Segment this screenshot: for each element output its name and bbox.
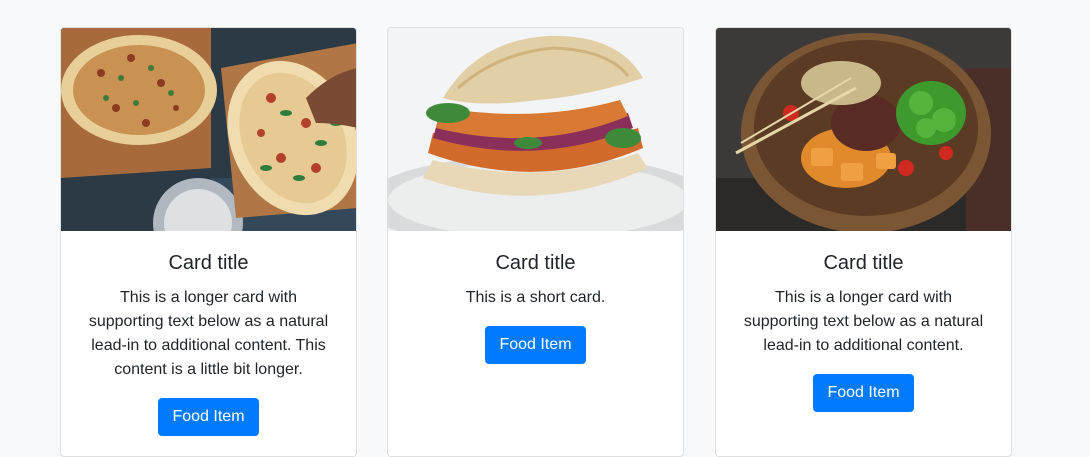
card-text: This is a longer card with supporting te… <box>88 289 329 378</box>
card-title: Card title <box>823 252 904 274</box>
food-item-button[interactable]: Food Item <box>485 326 586 364</box>
card-title: Card title <box>168 252 249 274</box>
food-card-1: Card title This is a longer card with su… <box>60 27 357 457</box>
card-image-salad-bowl <box>716 28 1011 231</box>
food-card-3: Card title This is a longer card with su… <box>715 27 1012 457</box>
food-item-button[interactable]: Food Item <box>813 374 914 412</box>
card-text: This is a short card. <box>465 289 606 306</box>
card-title: Card title <box>495 252 576 274</box>
card-text: This is a longer card with supporting te… <box>743 289 984 354</box>
card-image-pizza <box>61 28 356 231</box>
card-deck: Card title This is a longer card with su… <box>0 0 1090 457</box>
food-card-2: Card title This is a short card. Food It… <box>387 27 684 457</box>
food-item-button[interactable]: Food Item <box>158 398 259 436</box>
card-image-sandwich <box>388 28 683 231</box>
